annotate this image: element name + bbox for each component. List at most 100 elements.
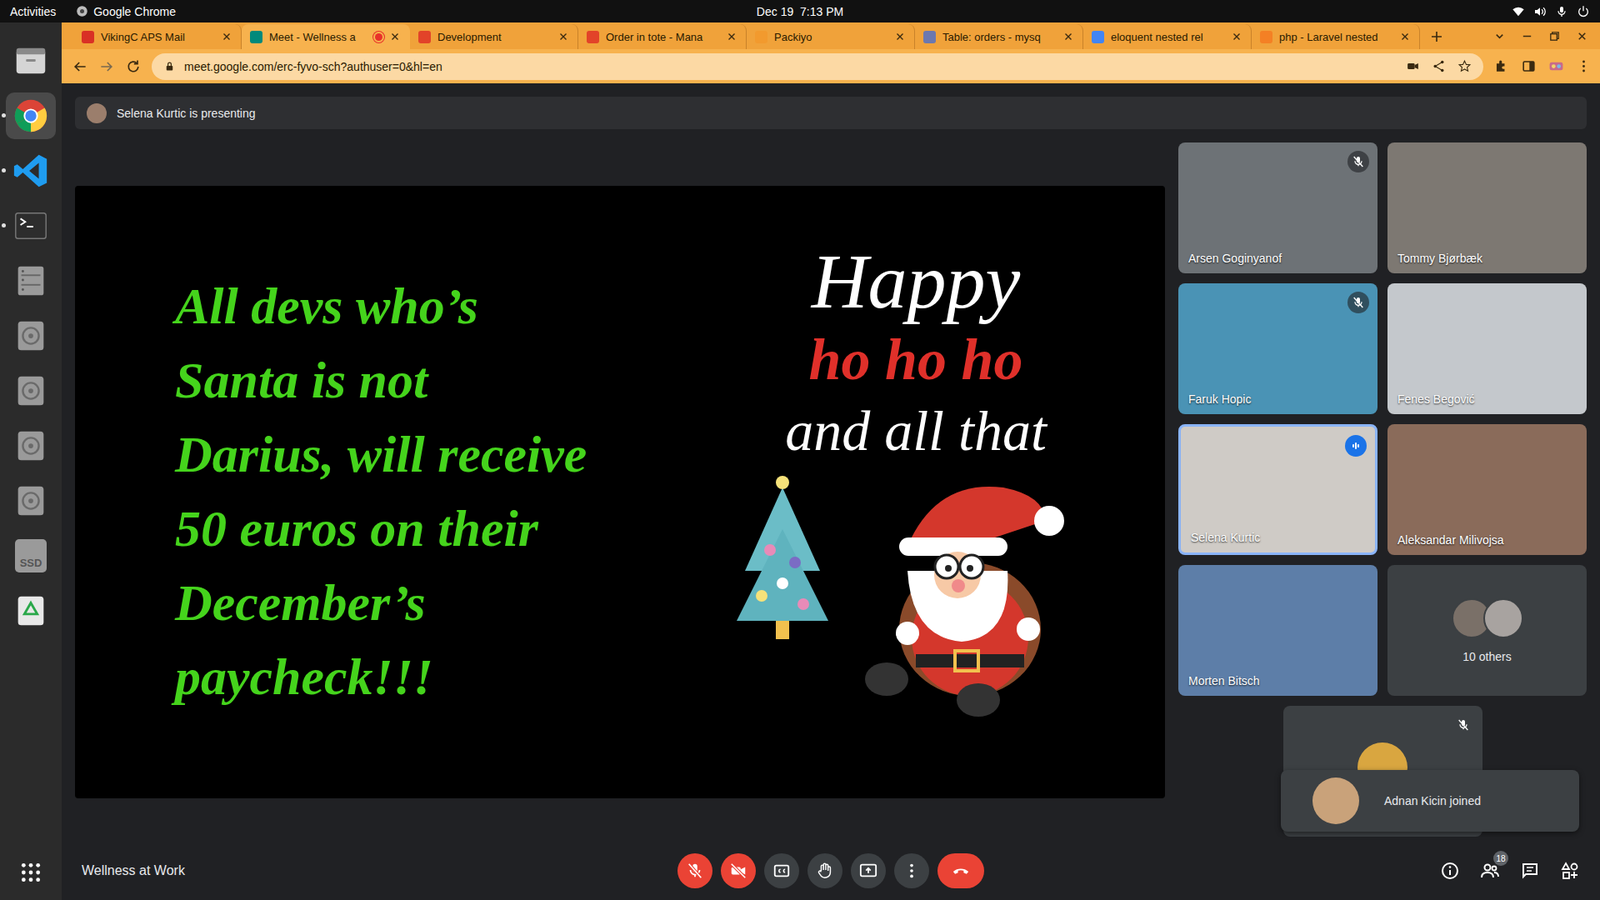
dock-item[interactable] (5, 422, 56, 470)
show-apps-icon[interactable] (20, 861, 42, 884)
dock-item[interactable] (5, 257, 56, 305)
close-window-icon[interactable] (1575, 30, 1589, 43)
others-tile[interactable]: 10 others (1387, 565, 1587, 696)
ssd-icon: SSD (15, 539, 47, 573)
camera-blocked-icon[interactable] (1405, 59, 1420, 74)
dock-item[interactable] (5, 312, 56, 360)
new-tab-icon[interactable] (1430, 30, 1444, 44)
tab-label: php - Laravel nested (1279, 30, 1393, 44)
dock-item[interactable] (5, 92, 56, 140)
system-tray[interactable] (843, 5, 1590, 19)
browser-toolbar: meet.google.com/erc-fyvo-sch?authuser=0&… (61, 49, 1600, 84)
activities-icon[interactable] (1560, 860, 1580, 881)
browser-tab[interactable]: Table: orders - mysq (915, 24, 1084, 50)
disk-drive-icon (11, 316, 50, 355)
slide-line: paycheck!!! (175, 640, 684, 715)
back-icon[interactable] (71, 58, 89, 75)
address-bar[interactable]: meet.google.com/erc-fyvo-sch?authuser=0&… (151, 53, 1484, 80)
participant-tile[interactable]: Morten Bitsch (1178, 565, 1378, 696)
lock-icon[interactable] (163, 60, 176, 73)
close-icon[interactable] (389, 30, 401, 43)
slide-line: Darius, will receive (175, 417, 684, 492)
dock-item[interactable] (5, 587, 56, 635)
participant-name: Morten Bitsch (1188, 674, 1260, 688)
chrome-icon (75, 5, 89, 18)
close-icon[interactable] (557, 30, 570, 43)
dock-item[interactable]: SSD (5, 532, 56, 580)
running-indicator (1, 113, 6, 118)
call-control-button[interactable] (894, 853, 930, 889)
participant-tile[interactable]: Tommy Bjørbæk (1387, 142, 1587, 274)
share-icon[interactable] (1431, 59, 1446, 74)
people-button[interactable]: 18 (1480, 860, 1500, 881)
extensions-icon[interactable] (1493, 58, 1510, 75)
clock[interactable]: Dec 19 7:13 PM (756, 5, 844, 19)
dock-item[interactable] (5, 202, 56, 250)
close-icon[interactable] (725, 30, 738, 43)
close-icon[interactable] (220, 30, 233, 43)
call-control-button[interactable] (937, 853, 985, 889)
profile-icon[interactable] (1548, 58, 1565, 75)
restore-icon[interactable] (1548, 30, 1561, 43)
browser-tab[interactable]: Development (410, 24, 579, 50)
participant-tile[interactable]: Arsen Goginyanof (1178, 142, 1378, 274)
others-label: 10 others (1462, 650, 1511, 664)
chrome-icon (11, 96, 50, 135)
close-icon[interactable] (1062, 30, 1075, 43)
muted-indicator (1452, 714, 1475, 736)
star-icon[interactable] (1457, 59, 1472, 74)
app-menu[interactable]: Google Chrome (75, 5, 176, 19)
dock-item[interactable] (5, 477, 56, 525)
favicon-icon (418, 30, 431, 44)
browser-tab[interactable]: eloquent nested rel (1083, 24, 1252, 50)
slide-greeting: Happyho ho hoand all that (683, 185, 1165, 799)
tab-label: Packiyo (774, 30, 888, 44)
browser-tab[interactable]: Meet - Wellness a (241, 24, 410, 50)
browser-tab[interactable]: VikingC APS Mail (73, 24, 242, 50)
presenting-text: Selena Kurtic is presenting (116, 106, 256, 120)
reload-icon[interactable] (125, 58, 142, 75)
dock-item[interactable] (5, 37, 56, 85)
participant-tile[interactable]: Fenes Begović (1387, 283, 1587, 415)
files-icon (11, 41, 50, 80)
chat-icon[interactable] (1520, 860, 1540, 881)
call-control-button[interactable] (764, 853, 800, 889)
greeting-happy: Happy (811, 237, 1021, 325)
forward-icon[interactable] (98, 58, 115, 75)
call-control-button[interactable] (720, 853, 756, 889)
santa-and-tree-icon (728, 470, 1104, 721)
participant-name: Aleksandar Milivojsa (1397, 533, 1505, 547)
presenting-bar: Selena Kurtic is presenting (75, 96, 1587, 130)
mic-off-icon (1351, 155, 1365, 169)
call-control-button[interactable] (807, 853, 843, 889)
notification-text: Adnan Kicin joined (1384, 794, 1481, 808)
dock-item[interactable] (5, 147, 56, 195)
favicon-icon (81, 30, 95, 44)
leave-call-icon (951, 861, 970, 880)
menu-icon[interactable] (1575, 58, 1592, 75)
info-icon[interactable] (1440, 860, 1460, 881)
browser-tab[interactable]: php - Laravel nested (1251, 24, 1420, 50)
trash-icon (11, 591, 50, 630)
browser-tab[interactable]: Packiyo (746, 24, 915, 50)
side-panel-icon[interactable] (1520, 58, 1537, 75)
tab-label: VikingC APS Mail (100, 30, 215, 44)
call-control-button[interactable] (850, 853, 886, 889)
call-control-button[interactable] (677, 853, 713, 889)
address-bar-actions (1405, 59, 1472, 74)
mic-off-icon (1351, 295, 1365, 310)
browser-tab[interactable]: Order in tote - Mana (578, 24, 747, 50)
participant-tile[interactable]: Faruk Hopic (1178, 283, 1378, 415)
tab-search-icon[interactable] (1493, 30, 1506, 43)
close-icon[interactable] (1230, 30, 1243, 43)
activities-button[interactable]: Activities (10, 5, 56, 19)
participant-tile[interactable]: Aleksandar Milivojsa (1387, 424, 1587, 555)
tab-label: Meet - Wellness a (269, 30, 369, 44)
close-icon[interactable] (894, 30, 906, 43)
participant-tile[interactable]: Selena Kurtic (1178, 424, 1378, 555)
dock-item[interactable] (5, 367, 56, 415)
minimize-icon[interactable] (1520, 30, 1534, 43)
call-controls (677, 853, 985, 889)
disk-drive-icon (11, 371, 50, 410)
close-icon[interactable] (1399, 30, 1411, 43)
